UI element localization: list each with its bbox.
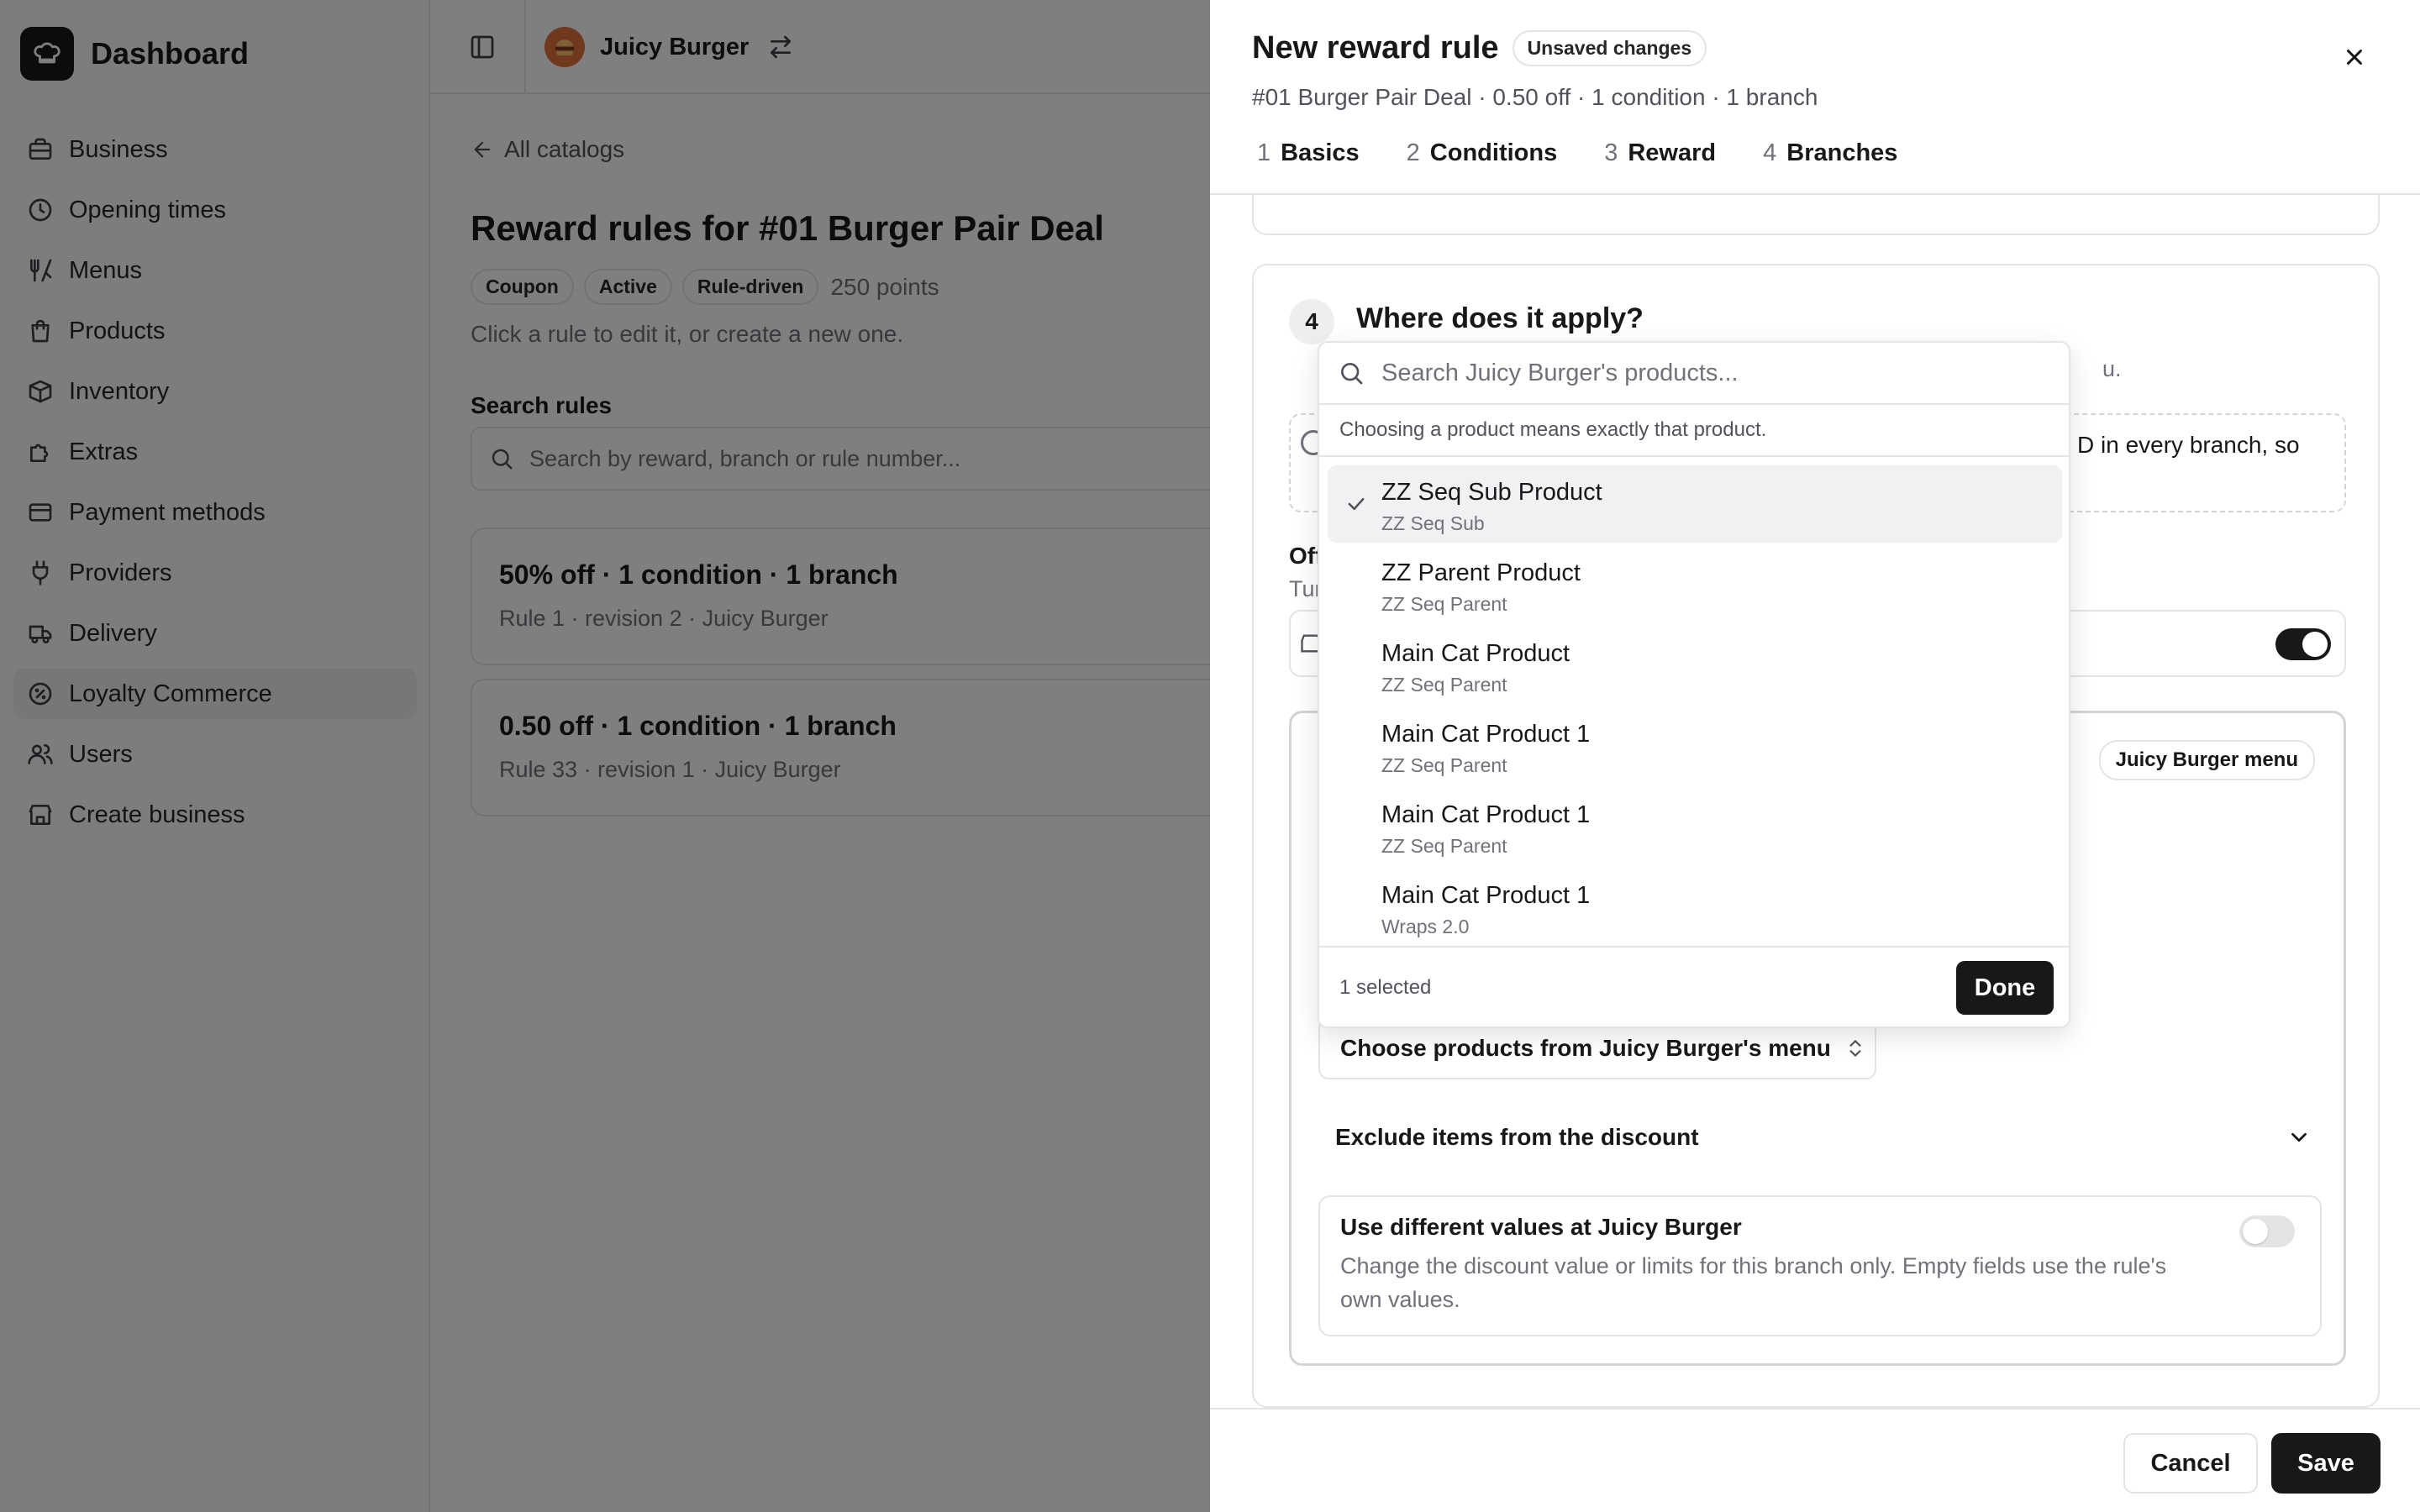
info-text: D in every branch, so (2077, 432, 2300, 458)
product-category: ZZ Seq Parent (1381, 754, 1507, 776)
step-number: 3 (1604, 139, 1618, 166)
product-option[interactable]: Main Cat Product 1 ZZ Seq Parent (1328, 707, 2062, 785)
step-label: Basics (1281, 139, 1360, 166)
modal-backdrop[interactable] (0, 0, 1210, 1512)
check-icon (1344, 492, 1368, 516)
step-label: Conditions (1429, 139, 1558, 166)
step-label: Branches (1786, 139, 1898, 166)
product-name: ZZ Seq Sub Product (1381, 479, 1602, 506)
section-title: Where does it apply? (1356, 302, 1644, 334)
tab-conditions[interactable]: 2 Conditions (1407, 139, 1558, 167)
product-option[interactable]: Main Cat Product 1 Wraps 2.0 (1328, 869, 2062, 946)
product-search-row (1319, 343, 2069, 405)
product-name: Main Cat Product 1 (1381, 721, 1591, 748)
toggle-knob (2243, 1219, 2268, 1244)
chevron-down-icon (2286, 1125, 2312, 1150)
menu-badge: Juicy Burger menu (2098, 740, 2315, 780)
drawer-subtitle: #01 Burger Pair Deal · 0.50 off · 1 cond… (1252, 84, 1818, 110)
step-number: 2 (1406, 139, 1420, 166)
product-category: ZZ Seq Parent (1381, 835, 1507, 857)
product-name: ZZ Parent Product (1381, 559, 1581, 586)
override-description: Change the discount value or limits for … (1340, 1253, 2167, 1312)
section-description: u. (2102, 356, 2122, 381)
product-option[interactable]: ZZ Parent Product ZZ Seq Parent (1328, 546, 2062, 623)
product-category: ZZ Seq Sub (1381, 512, 1485, 534)
product-list: ZZ Seq Sub Product ZZ Seq Sub ZZ Parent Pr… (1319, 457, 2069, 1026)
tab-branches[interactable]: 4 Branches (1763, 139, 1897, 167)
tab-reward[interactable]: 3 Reward (1604, 139, 1716, 167)
step-label: Reward (1628, 139, 1717, 166)
product-option[interactable]: Main Cat Product ZZ Seq Parent (1328, 627, 2062, 704)
step-tabs: 1 Basics 2 Conditions 3 Reward 4 Branches (1257, 139, 1897, 167)
toggle-knob (2302, 632, 2328, 657)
close-icon[interactable] (2338, 40, 2371, 74)
picker-footer: 1 selected Done (1319, 946, 2069, 1026)
step-number: 4 (1763, 139, 1777, 166)
override-title: Use different values at Juicy Burger (1340, 1214, 1742, 1240)
drawer-footer: Cancel Save (1210, 1408, 2420, 1512)
product-option[interactable]: ZZ Seq Sub Product ZZ Seq Sub (1328, 465, 2062, 543)
choose-products-label: Choose products from Juicy Burger's menu (1340, 1035, 1831, 1061)
chevrons-up-down-icon (1844, 1037, 1866, 1059)
product-category: ZZ Seq Parent (1381, 674, 1507, 696)
section-number: 4 (1289, 299, 1334, 344)
product-category: Wraps 2.0 (1381, 916, 1470, 937)
exclude-items-label: Exclude items from the discount (1335, 1124, 1699, 1150)
drawer-header: New reward rule Unsaved changes #01 Burg… (1210, 0, 2420, 195)
product-picker-popover: Choosing a product means exactly that pr… (1318, 341, 2070, 1028)
product-name: Main Cat Product 1 (1381, 882, 1591, 909)
save-button[interactable]: Save (2271, 1433, 2381, 1494)
done-button[interactable]: Done (1956, 961, 2054, 1015)
drawer-title: New reward rule (1252, 30, 1499, 66)
product-name: Main Cat Product (1381, 640, 1570, 667)
exclude-items-collapsible[interactable]: Exclude items from the discount (1317, 1108, 2322, 1167)
product-option[interactable]: Main Cat Product 1 ZZ Seq Parent (1328, 788, 2062, 865)
tab-basics[interactable]: 1 Basics (1257, 139, 1360, 167)
product-category: ZZ Seq Parent (1381, 593, 1507, 615)
product-search-input[interactable] (1381, 359, 2037, 387)
product-name: Main Cat Product 1 (1381, 801, 1591, 828)
override-toggle[interactable] (2239, 1215, 2295, 1247)
picker-hint: Choosing a product means exactly that pr… (1319, 405, 2069, 457)
branch-enabled-toggle[interactable] (2275, 628, 2331, 660)
drawer-title-row: New reward rule Unsaved changes (1252, 30, 1707, 66)
search-icon (1338, 360, 1365, 386)
step-number: 1 (1257, 139, 1271, 166)
cancel-button[interactable]: Cancel (2123, 1433, 2258, 1494)
unsaved-badge: Unsaved changes (1512, 30, 1707, 66)
selected-count: 1 selected (1339, 976, 1432, 999)
branch-override-box: Use different values at Juicy Burger Cha… (1318, 1195, 2322, 1336)
previous-section-card (1252, 195, 2380, 235)
